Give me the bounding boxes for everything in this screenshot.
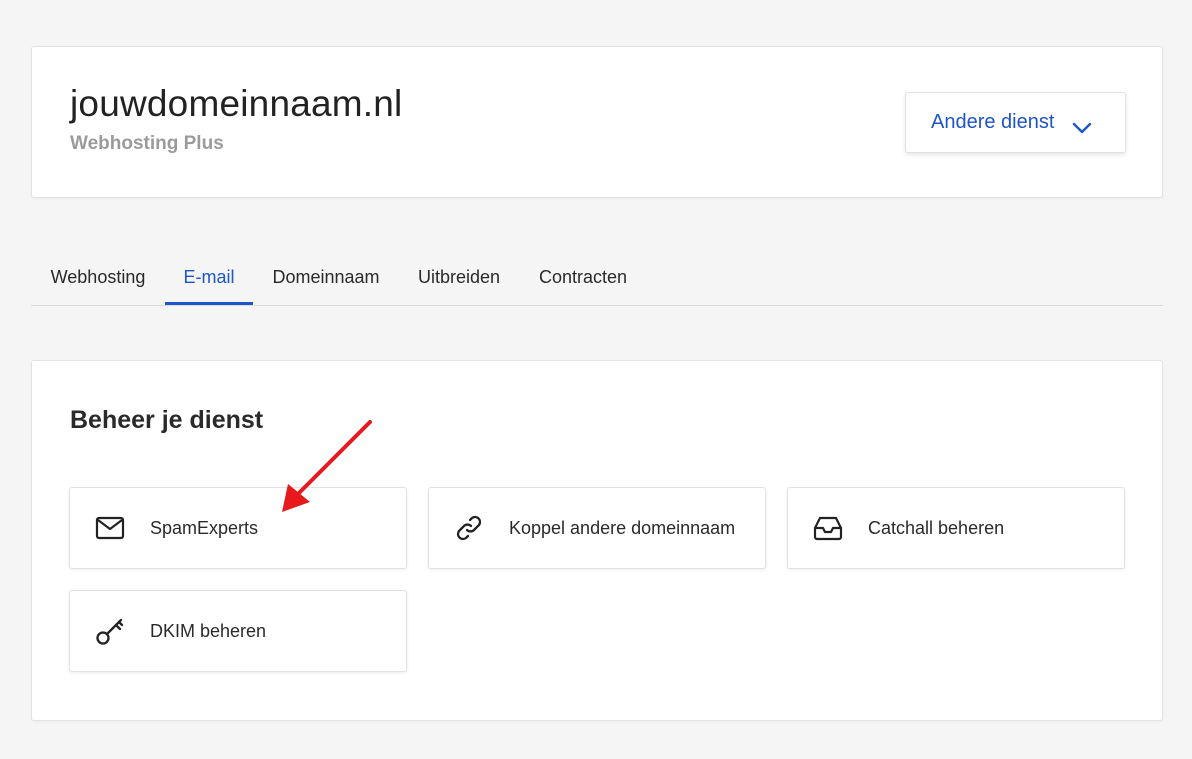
tab-label: Contracten: [538, 267, 628, 287]
tab-contracten[interactable]: Contracten: [519, 258, 647, 305]
tile-dkim[interactable]: DKIM beheren: [69, 590, 407, 672]
tile-label: Koppel andere domeinnaam: [509, 517, 736, 538]
inbox-icon: [813, 513, 843, 543]
link-icon: [454, 513, 484, 543]
service-subtitle: Webhosting Plus: [70, 133, 224, 154]
tile-label: Catchall beheren: [868, 517, 1005, 538]
mail-icon: [95, 513, 125, 543]
other-service-label: Andere dienst: [931, 111, 1055, 133]
manage-service-card: Beheer je dienst SpamExperts Koppel ande…: [31, 360, 1163, 721]
tab-uitbreiden[interactable]: Uitbreiden: [399, 258, 519, 305]
tile-label: SpamExperts: [150, 517, 259, 538]
service-tabs: Webhosting E-mail Domeinnaam Uitbreiden …: [31, 258, 1163, 306]
tile-label: DKIM beheren: [150, 620, 267, 641]
other-service-dropdown[interactable]: Andere dienst: [905, 92, 1126, 153]
tile-catchall[interactable]: Catchall beheren: [787, 487, 1125, 569]
tab-label: E-mail: [183, 267, 235, 287]
key-icon: [95, 616, 125, 646]
tab-domeinnaam[interactable]: Domeinnaam: [253, 258, 399, 305]
service-header-card: jouwdomeinnaam.nl Webhosting Plus Andere…: [31, 46, 1163, 198]
chevron-down-icon: [1072, 117, 1092, 133]
tab-label: Domeinnaam: [272, 267, 380, 287]
tab-label: Uitbreiden: [417, 267, 501, 287]
domain-title: jouwdomeinnaam.nl: [70, 83, 403, 124]
tab-webhosting[interactable]: Webhosting: [31, 258, 165, 305]
tile-link-domain[interactable]: Koppel andere domeinnaam: [428, 487, 766, 569]
section-title: Beheer je dienst: [70, 406, 264, 434]
tab-email[interactable]: E-mail: [165, 258, 253, 305]
tab-label: Webhosting: [50, 267, 146, 287]
tile-spamexperts[interactable]: SpamExperts: [69, 487, 407, 569]
